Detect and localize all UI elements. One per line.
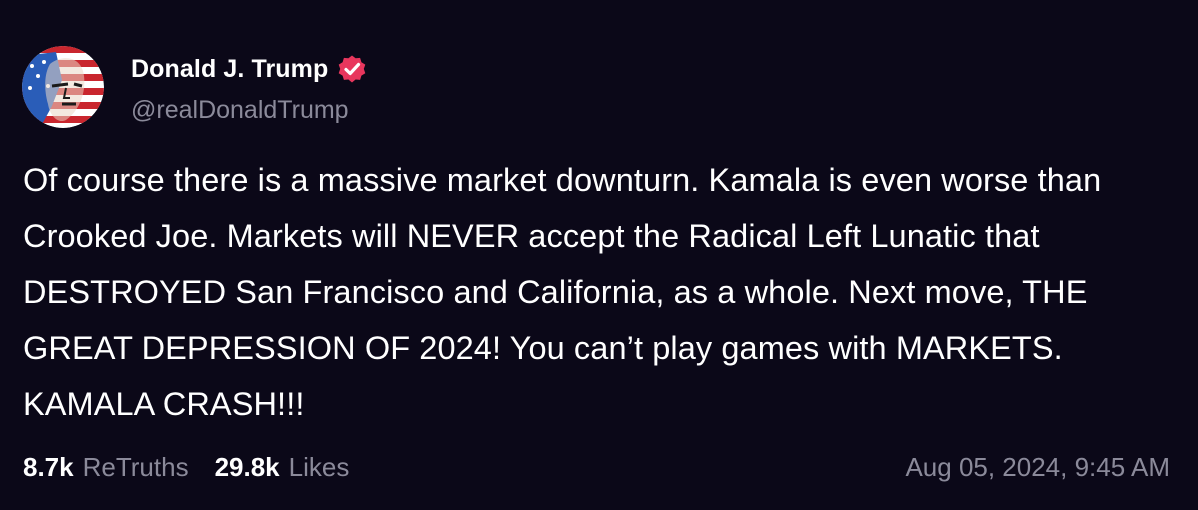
likes-stat[interactable]: 29.8k Likes <box>215 452 350 483</box>
avatar-image <box>22 46 104 128</box>
post-footer: 8.7k ReTruths 29.8k Likes Aug 05, 2024, … <box>23 449 1170 485</box>
author-display-name[interactable]: Donald J. Trump <box>131 55 328 84</box>
retruths-label: ReTruths <box>82 451 189 482</box>
post-text: Of course there is a massive market down… <box>23 162 1102 422</box>
post-timestamp[interactable]: Aug 05, 2024, 9:45 AM <box>905 452 1170 483</box>
verified-badge-icon <box>336 53 368 85</box>
avatar[interactable] <box>22 46 104 128</box>
likes-label: Likes <box>288 451 350 482</box>
author-handle[interactable]: @realDonaldTrump <box>131 96 349 125</box>
likes-count: 29.8k <box>214 451 280 482</box>
retruths-count: 8.7k <box>23 451 74 482</box>
retruths-stat[interactable]: 8.7k ReTruths <box>23 452 189 483</box>
author-name-row: Donald J. Trump <box>131 52 368 86</box>
truth-post: Donald J. Trump @realDonaldTrump Of cour… <box>0 0 1198 510</box>
